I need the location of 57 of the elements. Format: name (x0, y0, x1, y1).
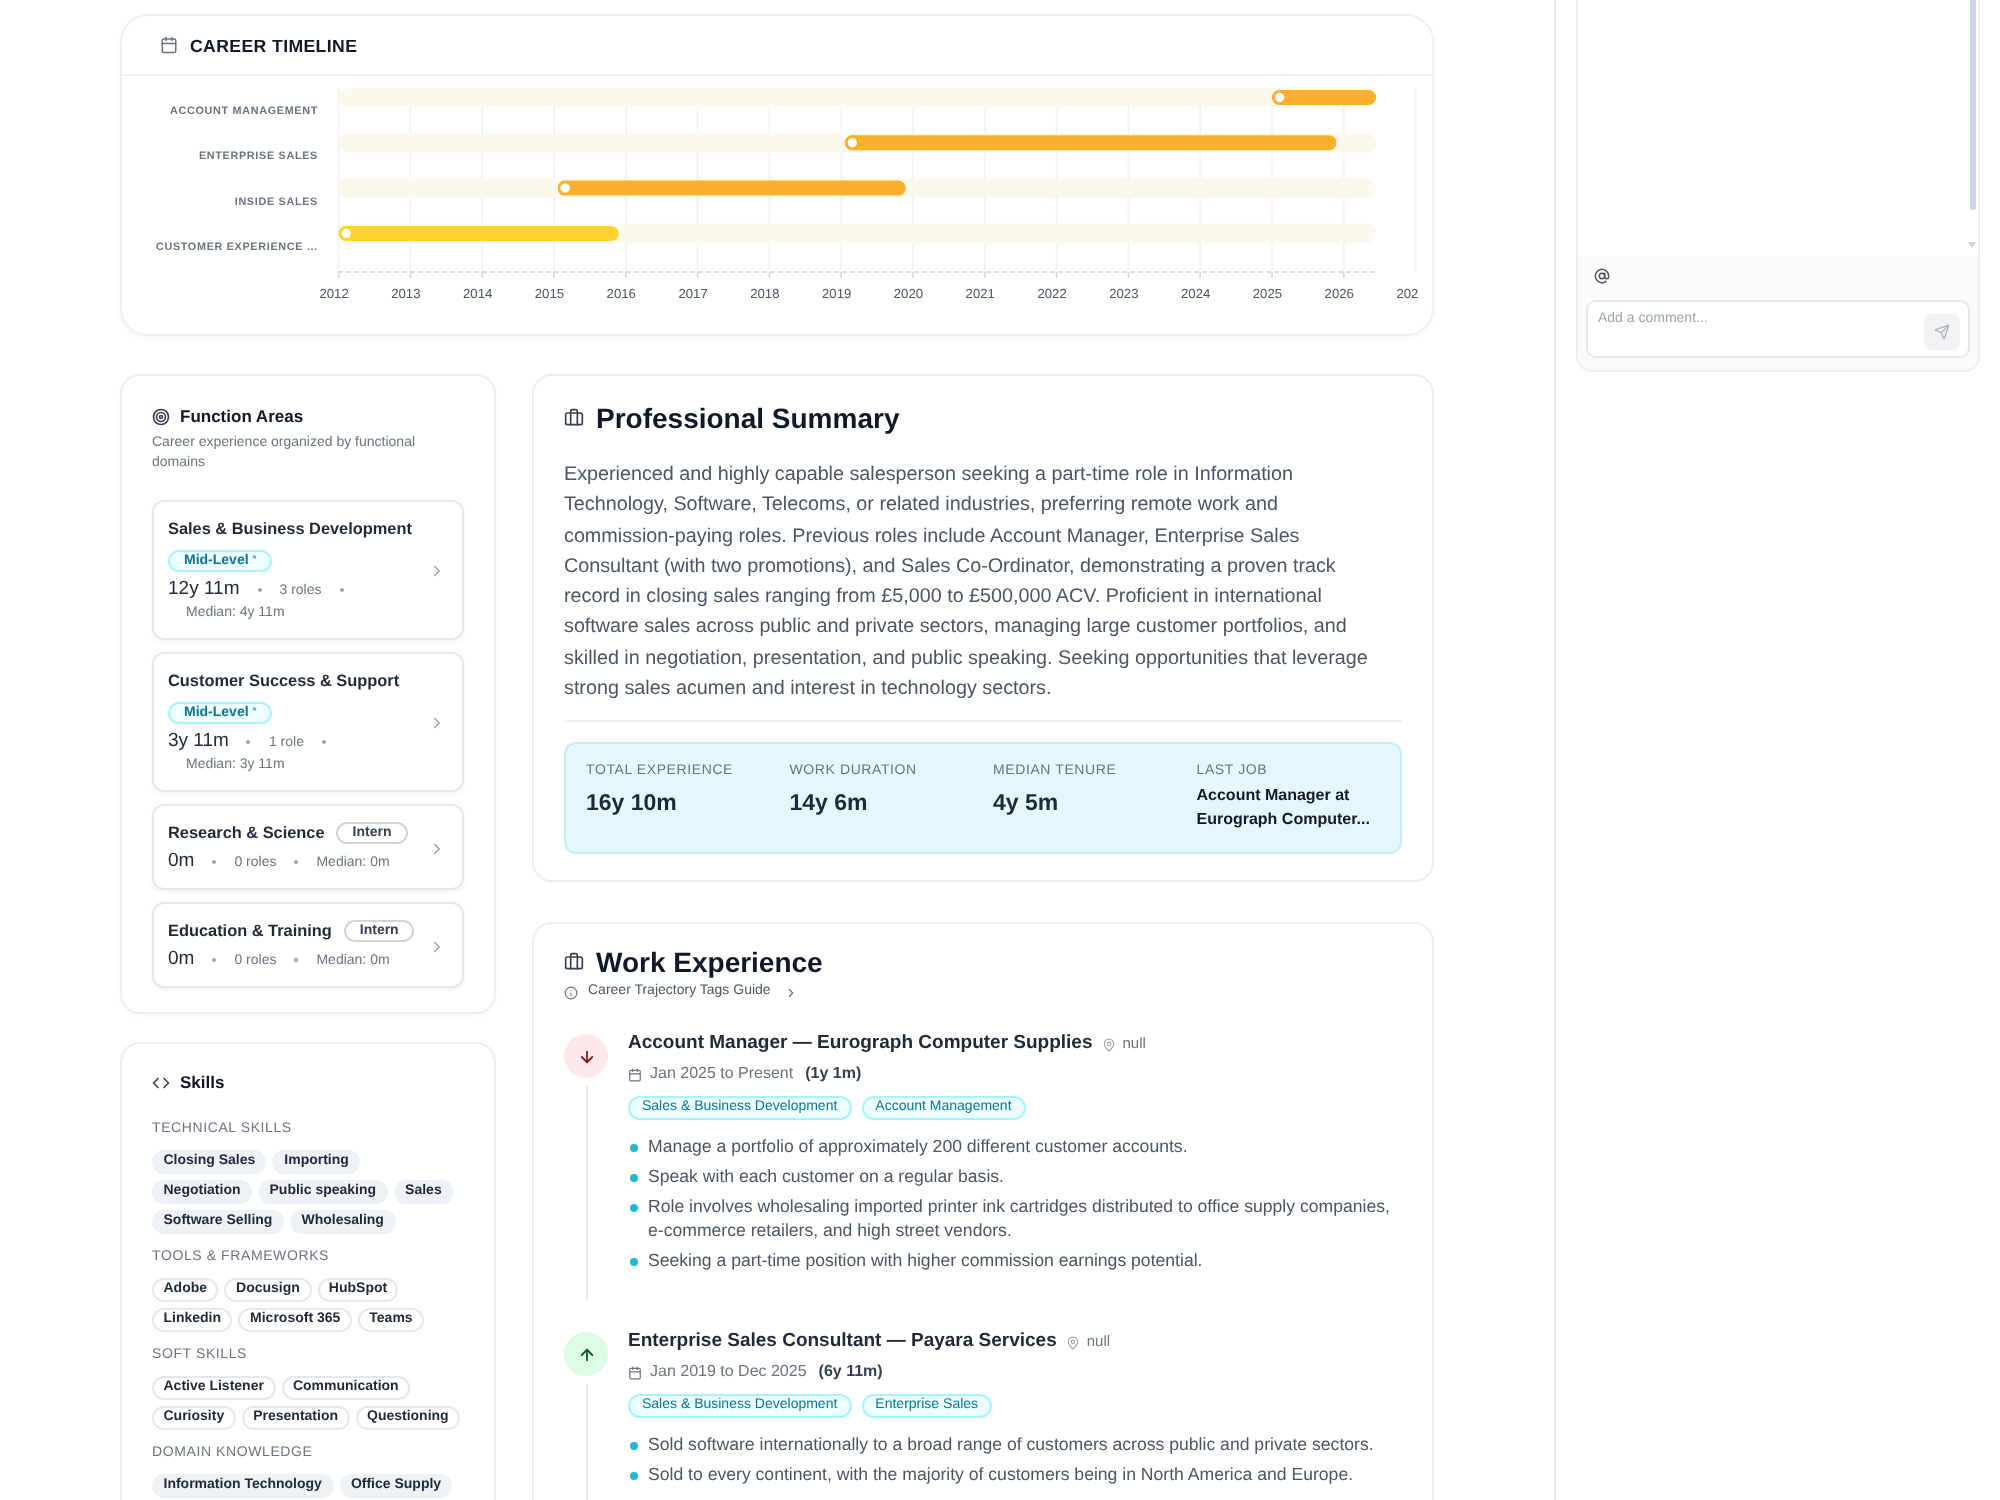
total-duration: 0m (168, 948, 195, 972)
dot-separator-icon (212, 958, 217, 962)
dot-separator-icon (212, 860, 217, 864)
stat-value: 16y 10m (586, 790, 679, 819)
total-duration: 0m (168, 850, 195, 874)
dot-separator-icon (246, 740, 251, 744)
bullet-text: Manage a portfolio of approximately 200 different customer accounts. (648, 1134, 1188, 1159)
info-icon (564, 985, 578, 1000)
job-title: Enterprise Sales Consultant — Payara Services (628, 1332, 1057, 1353)
function-area-name: Research & Science (168, 822, 325, 844)
chevron-right-icon (428, 839, 446, 857)
section-title: Professional Summary (596, 400, 900, 436)
role-duration: (1y 1m) (805, 1064, 862, 1085)
send-icon (1934, 324, 1950, 340)
calendar-icon (628, 1365, 642, 1380)
section-title: Skills (180, 1070, 225, 1094)
briefcase-icon (564, 408, 584, 428)
function-area-name: Customer Success & Support (168, 670, 400, 692)
stat-value: 4y 5m (993, 790, 1061, 819)
dot-separator-icon (321, 740, 326, 744)
dot-separator-icon (257, 588, 262, 592)
total-duration: 12y 11m (168, 578, 240, 602)
bullet-text: Sold software internationally to a broad range of customers across public and private sectors. (648, 1432, 1374, 1457)
role-duration: (6y 11m) (818, 1362, 883, 1383)
stat-value: 14y 6m (789, 790, 870, 819)
dot-separator-icon (294, 860, 299, 864)
code-icon (152, 1073, 170, 1091)
section-title: Function Areas (180, 404, 304, 428)
function-area-name: Sales & Business Development (168, 518, 412, 540)
dot-separator-icon (294, 958, 299, 962)
total-duration: 3y 11m (168, 730, 229, 754)
dot-separator-icon (339, 588, 344, 592)
section-title: Work Experience (596, 944, 823, 981)
date-range: Jan 2019 to Dec 2025 (650, 1362, 807, 1383)
date-range: Jan 2025 to Present (650, 1064, 794, 1085)
calendar-icon (160, 36, 178, 54)
stat-value: Account Manager at Eurograph Computer... (1196, 784, 1372, 833)
timeline-title: CAREER TIMELINE (190, 33, 358, 57)
summary-text: Experienced and highly capable salesperson seeking a part-time role in Information Technology, Software, Telecoms, or related industries, preferring remote work and commission-paying roles. Previous roles include Account Manager, Enterprise Sales Consultant (with two promotions), and Sales Co-Ordinator, demonstrating a proven track record in closing sales ranging from £5,000 to £500,000 ACV. Proficient in international software sales across public and private sectors, managing large customer portfolios, and skilled in negotiation, presentation, and public speaking. Seeking opportunities that leverage strong sales acumen and interest in technology sectors. (564, 462, 1370, 705)
chevron-right-icon (428, 714, 446, 732)
map-pin-icon (1066, 1335, 1081, 1350)
chevron-right-icon (428, 937, 446, 955)
job-title: Account Manager — Eurograph Computer Supplies (628, 1034, 1093, 1055)
chevron-right-icon (784, 985, 799, 1000)
calendar-icon (628, 1067, 642, 1082)
chevron-right-icon (428, 562, 446, 580)
function-area-name: Education & Training (168, 920, 332, 942)
briefcase-icon (564, 952, 584, 973)
bullet-text: Sold to every continent, with the majority of customers being in North America and Europe. (648, 1462, 1354, 1487)
bullet-text: Speak with each customer on a regular basis. (648, 1164, 1004, 1189)
at-sign-icon[interactable] (1594, 268, 1610, 284)
target-icon (152, 407, 170, 425)
bullet-text: Role involves wholesaling imported printer ink cartridges distributed to office supply companies, e-commerce retailers, and high street vendors. (648, 1194, 1392, 1243)
map-pin-icon (1102, 1037, 1117, 1052)
arrow-up-icon (564, 1332, 608, 1377)
bullet-text: Seeking a part-time position with higher commission earnings potential. (648, 1248, 1203, 1273)
arrow-down-icon (564, 1034, 608, 1079)
